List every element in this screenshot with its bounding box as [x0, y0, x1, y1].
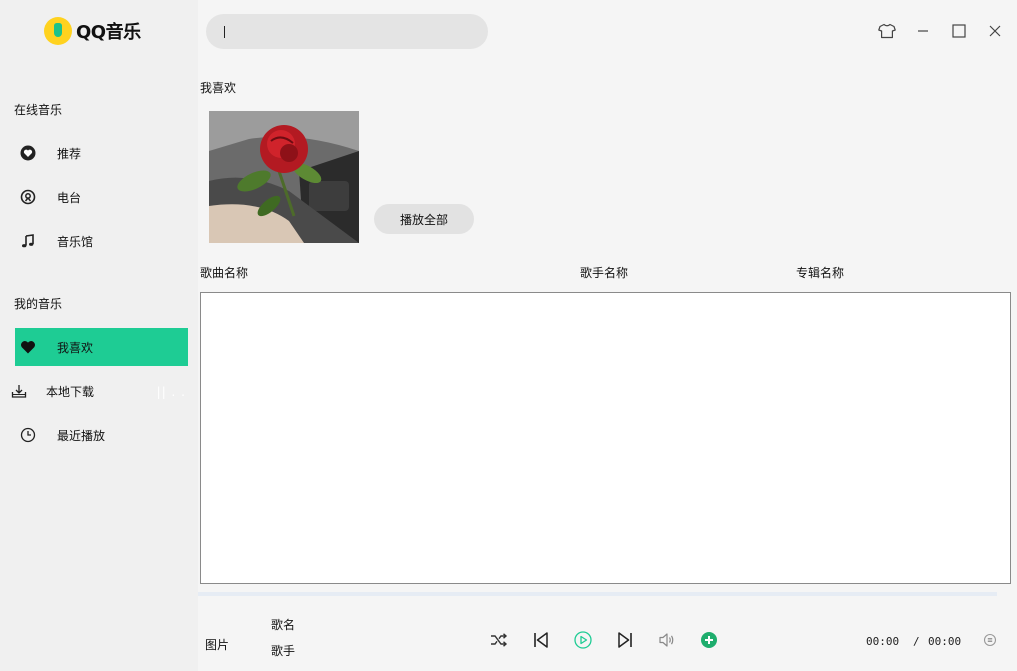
section-title-online-music: 在线音乐	[14, 103, 63, 117]
sidebar-item-local-download[interactable]: 本地下载 || . .	[6, 372, 188, 410]
heart-circle-icon	[15, 145, 41, 161]
qq-music-logo-icon	[44, 17, 72, 45]
sidebar-item-label: 音乐馆	[57, 234, 94, 249]
previous-track-button[interactable]	[530, 630, 552, 652]
minimize-icon	[917, 25, 929, 40]
sidebar-item-radio[interactable]: 电台	[15, 178, 188, 216]
skip-previous-icon	[532, 631, 550, 652]
playlist-cover-image	[209, 111, 359, 243]
column-header-song-name[interactable]: 歌曲名称	[200, 264, 248, 281]
radio-icon	[15, 189, 41, 205]
column-header-artist-name[interactable]: 歌手名称	[580, 264, 628, 281]
song-list[interactable]	[200, 292, 1011, 584]
sidebar-item-label: 推荐	[57, 146, 82, 161]
search-input[interactable]	[225, 24, 465, 39]
maximize-button[interactable]	[949, 22, 969, 42]
sidebar-item-recent-play[interactable]: 最近播放	[15, 416, 188, 454]
play-icon	[574, 630, 592, 652]
playlist-menu-icon	[983, 633, 997, 650]
now-playing-artist: 歌手	[271, 644, 296, 658]
column-header-album-name[interactable]: 专辑名称	[796, 264, 844, 281]
now-playing-song-name: 歌名	[271, 618, 296, 632]
shuffle-icon	[490, 632, 508, 651]
total-time: 00:00	[928, 635, 962, 648]
clock-icon	[15, 427, 41, 443]
sidebar-item-music-hall[interactable]: 音乐馆	[15, 222, 188, 260]
minimize-button[interactable]	[913, 22, 933, 42]
add-to-playlist-button[interactable]	[698, 630, 720, 652]
next-track-button[interactable]	[614, 630, 636, 652]
maximize-icon	[952, 23, 966, 41]
volume-button[interactable]	[656, 630, 678, 652]
close-button[interactable]	[985, 22, 1005, 42]
shuffle-button[interactable]	[488, 630, 510, 652]
section-title-my-music: 我的音乐	[14, 297, 63, 311]
app-logo[interactable]: QQ音乐	[44, 17, 141, 45]
sidebar-item-label: 最近播放	[57, 428, 106, 443]
close-icon	[989, 25, 1001, 40]
sidebar-item-label: 本地下载	[46, 384, 95, 399]
playlist-menu-button[interactable]	[979, 630, 1001, 652]
sidebar-item-recommend[interactable]: 推荐	[15, 134, 188, 172]
playback-progress-bar[interactable]	[198, 592, 997, 596]
sidebar-item-label: 我喜欢	[57, 340, 94, 355]
sidebar-item-my-favorites[interactable]: 我喜欢	[15, 328, 188, 366]
skin-icon	[878, 23, 896, 42]
sidebar-item-label: 电台	[57, 190, 82, 205]
time-separator: /	[913, 635, 920, 648]
download-progress-indicator: || . .	[156, 385, 186, 399]
skip-next-icon	[616, 631, 634, 652]
play-all-button[interactable]: 播放全部	[374, 204, 474, 234]
download-icon	[6, 383, 32, 399]
current-time: 00:00	[866, 635, 900, 648]
now-playing-picture: 图片	[205, 638, 230, 652]
playlist-title: 我喜欢	[200, 81, 237, 95]
add-circle-icon	[700, 631, 718, 652]
search-bar[interactable]	[206, 14, 488, 49]
skin-button[interactable]	[877, 22, 897, 42]
music-note-icon	[15, 233, 41, 249]
sidebar: QQ音乐 在线音乐 推荐 电台 音乐馆 我的音乐 我喜欢 本地下载 || . .	[0, 0, 198, 671]
heart-icon	[15, 339, 41, 355]
play-button[interactable]	[572, 630, 594, 652]
app-name: QQ音乐	[76, 22, 141, 43]
volume-icon	[658, 632, 676, 651]
